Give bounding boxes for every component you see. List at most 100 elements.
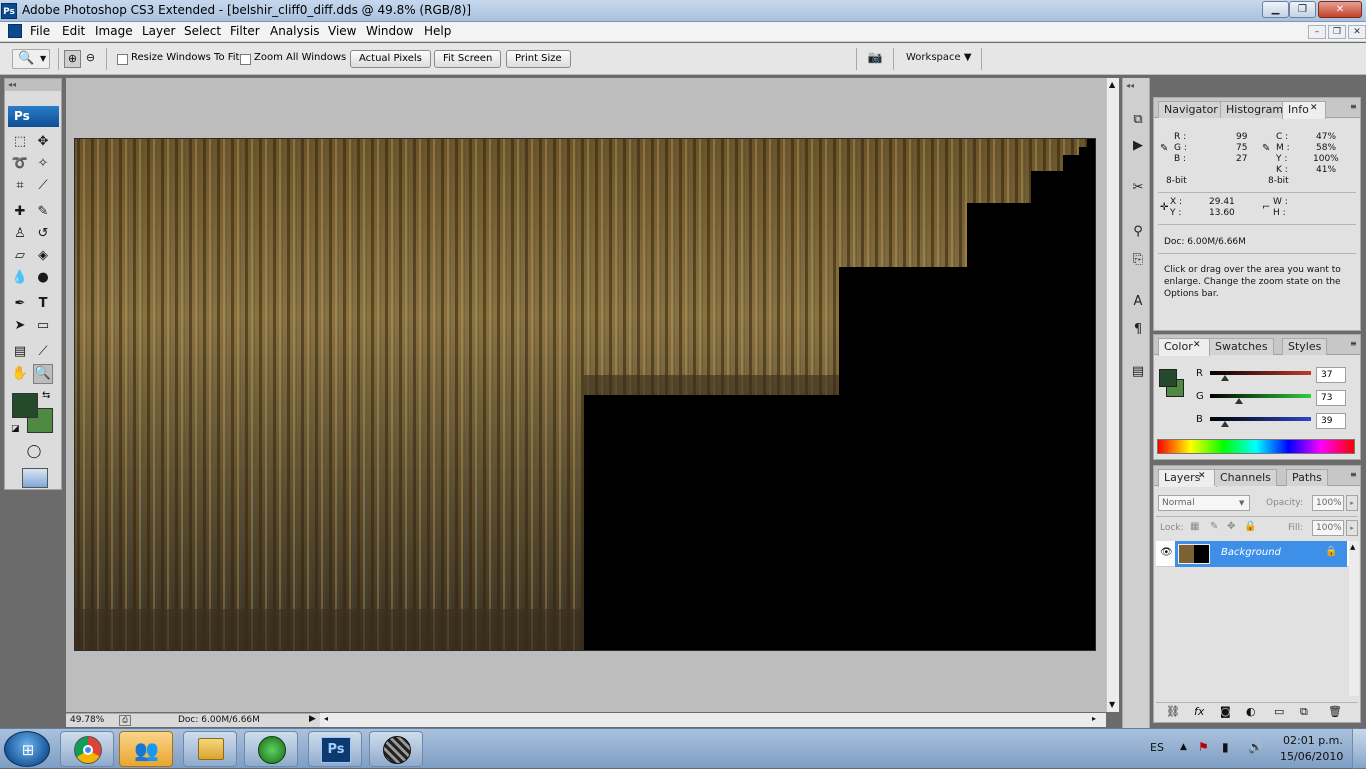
volume-icon[interactable]: 🔊	[1248, 740, 1263, 754]
taskbar-explorer[interactable]	[183, 731, 237, 767]
resize-windows-checkbox[interactable]	[117, 54, 128, 65]
taskbar-messenger[interactable]: 👥	[119, 731, 173, 767]
fill-slider-arrow-icon[interactable]: ▸	[1346, 520, 1358, 536]
opacity-slider-arrow-icon[interactable]: ▸	[1346, 495, 1358, 511]
shape-tool-icon[interactable]: ▭	[33, 316, 53, 336]
show-desktop-button[interactable]	[1352, 729, 1366, 769]
lock-transparency-icon[interactable]: ▦	[1190, 521, 1199, 532]
mask-icon[interactable]: ◙	[1220, 705, 1231, 718]
taskbar-app-sphere[interactable]	[369, 731, 423, 767]
brush-tool-icon[interactable]: ✎	[33, 202, 53, 222]
layer-row[interactable]: 👁 Background 🔒	[1156, 541, 1358, 567]
zoom-all-windows-checkbox[interactable]	[240, 54, 251, 65]
menu-image[interactable]: Image	[95, 24, 133, 38]
history-brush-icon[interactable]: ↺	[33, 224, 53, 244]
lock-pixels-icon[interactable]: ✎	[1210, 521, 1218, 532]
doc-restore-button[interactable]: ❐	[1328, 25, 1346, 39]
color-foreground-swatch[interactable]	[1159, 369, 1177, 387]
menu-select[interactable]: Select	[184, 24, 221, 38]
input-green[interactable]: 73	[1316, 390, 1346, 406]
tab-info[interactable]: Info	[1282, 101, 1326, 119]
scroll-right-icon[interactable]: ▸	[1092, 714, 1096, 723]
clock-date[interactable]: 15/06/2010	[1280, 750, 1343, 763]
panel-menu-icon[interactable]: ≡	[1350, 470, 1357, 479]
brushes-icon[interactable]: ⚲	[1128, 222, 1148, 242]
actions-icon[interactable]: ▶	[1128, 136, 1148, 156]
tab-layers[interactable]: Layers	[1158, 469, 1218, 487]
crop-tool-icon[interactable]: ⌗	[10, 176, 30, 196]
status-preview-icon[interactable]: ⎙	[119, 715, 131, 726]
color-spectrum-ramp[interactable]	[1157, 439, 1355, 454]
slice-tool-icon[interactable]: ⟋	[33, 176, 53, 196]
lasso-tool-icon[interactable]: ➰	[10, 154, 30, 174]
history-icon[interactable]: ⧉	[1128, 110, 1148, 130]
scroll-down-icon[interactable]: ▼	[1109, 700, 1115, 709]
zoom-tool-icon[interactable]: 🔍	[33, 364, 53, 384]
healing-brush-icon[interactable]: ✚	[10, 202, 30, 222]
input-blue[interactable]: 39	[1316, 413, 1346, 429]
path-selection-icon[interactable]: ➤	[10, 316, 30, 336]
minimize-button[interactable]: ▁	[1262, 1, 1289, 18]
lock-all-icon[interactable]: 🔒	[1244, 521, 1256, 532]
magic-wand-icon[interactable]: ✧	[33, 154, 53, 174]
workspace-menu[interactable]: Workspace ▼	[906, 52, 972, 63]
tab-swatches[interactable]: Swatches	[1209, 338, 1274, 355]
opacity-input[interactable]: 100%	[1312, 495, 1344, 511]
default-colors-icon[interactable]: ◪	[11, 424, 20, 434]
dock-collapse-icon[interactable]: ◂◂	[1126, 81, 1134, 90]
slider-thumb[interactable]	[1221, 421, 1230, 427]
layer-comps-icon[interactable]: ▤	[1128, 362, 1148, 382]
tab-paths[interactable]: Paths	[1286, 469, 1328, 486]
flag-alert-icon[interactable]: ⚑	[1198, 740, 1209, 754]
horizontal-scrollbar[interactable]: ◂ ▸	[320, 713, 1106, 727]
maximize-button[interactable]: ❐	[1289, 1, 1316, 18]
tab-color[interactable]: Color	[1158, 338, 1210, 356]
scroll-left-icon[interactable]: ◂	[324, 714, 328, 723]
close-button[interactable]: ✕	[1318, 1, 1362, 18]
print-size-button[interactable]: Print Size	[506, 50, 571, 68]
lock-position-icon[interactable]: ✥	[1227, 521, 1235, 532]
document-icon[interactable]	[8, 24, 22, 38]
notes-tool-icon[interactable]: ▤	[10, 342, 30, 362]
marquee-tool-icon[interactable]: ⬚	[10, 132, 30, 152]
pen-tool-icon[interactable]: ✒	[10, 294, 30, 314]
scroll-up-icon[interactable]: ▲	[1109, 80, 1115, 89]
input-red[interactable]: 37	[1316, 367, 1346, 383]
panel-menu-icon[interactable]: ≡	[1350, 102, 1357, 111]
folder-icon[interactable]: ▭	[1274, 705, 1284, 718]
type-tool-icon[interactable]: T	[33, 294, 53, 314]
blur-tool-icon[interactable]: 💧	[10, 268, 30, 288]
taskbar-chrome[interactable]	[60, 731, 114, 767]
language-indicator[interactable]: ES	[1150, 741, 1164, 754]
fill-input[interactable]: 100%	[1312, 520, 1344, 536]
tab-histogram[interactable]: Histogram	[1220, 101, 1290, 118]
menu-help[interactable]: Help	[424, 24, 451, 38]
link-icon[interactable]: ⛓	[1166, 705, 1180, 718]
clone-stamp-icon[interactable]: ♙	[10, 224, 30, 244]
slider-thumb[interactable]	[1234, 398, 1243, 404]
tool-presets-icon[interactable]: ✂	[1128, 178, 1148, 198]
zoom-out-icon[interactable]: ⊖	[82, 50, 99, 68]
character-icon[interactable]: A	[1128, 292, 1148, 312]
menu-analysis[interactable]: Analysis	[270, 24, 319, 38]
menu-window[interactable]: Window	[366, 24, 413, 38]
show-hidden-icons-icon[interactable]: ▲	[1180, 742, 1187, 752]
menu-view[interactable]: View	[328, 24, 356, 38]
clone-source-icon[interactable]: ⎘	[1128, 250, 1148, 270]
fit-screen-button[interactable]: Fit Screen	[434, 50, 502, 68]
doc-minimize-button[interactable]: –	[1308, 25, 1326, 39]
tab-channels[interactable]: Channels	[1214, 469, 1277, 486]
paragraph-icon[interactable]: ¶	[1128, 320, 1148, 340]
eye-visibility-icon[interactable]: 👁	[1160, 547, 1173, 558]
menu-edit[interactable]: Edit	[62, 24, 85, 38]
dodge-tool-icon[interactable]: ●	[33, 268, 53, 288]
close-tab-icon[interactable]: ✕	[1193, 340, 1201, 350]
menu-layer[interactable]: Layer	[142, 24, 175, 38]
blend-mode-select[interactable]: Normal ▼	[1158, 495, 1250, 511]
swap-colors-icon[interactable]: ⇆	[42, 390, 50, 401]
status-menu-arrow-icon[interactable]: ▶	[309, 714, 316, 724]
screen-mode-icon[interactable]	[22, 468, 48, 488]
toolbox-collapse[interactable]: ◂◂	[5, 79, 61, 91]
taskbar-app-green[interactable]	[244, 731, 298, 767]
new-layer-icon[interactable]: ⧉	[1300, 705, 1308, 719]
